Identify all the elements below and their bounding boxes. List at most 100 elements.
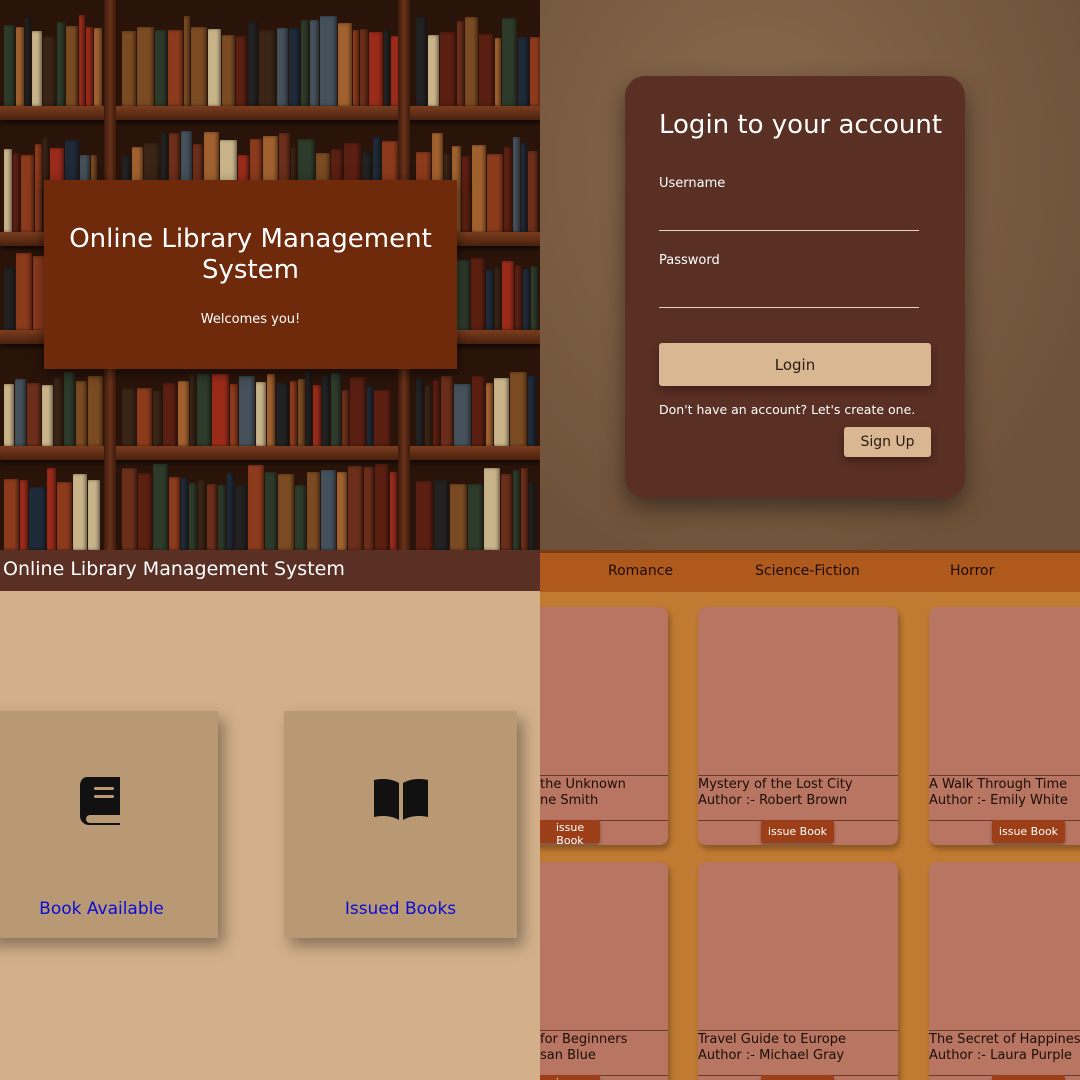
shelf-book-spine	[322, 375, 330, 446]
shelf-book-spine	[465, 17, 478, 106]
book-info: Mystery of the Lost City Author :- Rober…	[698, 775, 898, 821]
issue-book-button[interactable]: issue Book	[992, 1075, 1065, 1080]
category-horror[interactable]: Horror	[950, 563, 994, 579]
category-romance[interactable]: Romance	[608, 563, 673, 579]
book-author: Author :- Robert Brown	[698, 793, 848, 808]
shelf-book-spine	[189, 482, 197, 550]
shelf-book-spine	[21, 154, 34, 232]
shelf-book-spine	[321, 470, 336, 550]
shelf-book-spine	[331, 372, 341, 446]
username-field[interactable]	[659, 206, 919, 231]
shelf-book-spine	[350, 376, 366, 446]
shelf-book-spine	[515, 265, 522, 330]
shelf-book-spine	[529, 481, 535, 550]
dashboard-panel: Online Library Management System Book Av…	[0, 550, 540, 1080]
issued-books-link[interactable]: Issued Books	[284, 899, 517, 919]
book-author: Author :- Michael Gray	[698, 1048, 845, 1063]
shelf-book-spine	[416, 480, 433, 550]
shelf-book-spine	[348, 465, 363, 550]
book-info: for Beginners san Blue	[540, 1030, 668, 1076]
issue-book-button[interactable]: issue Book	[992, 820, 1065, 843]
shelf-book-spine	[4, 267, 15, 330]
shelf-book-spine	[76, 381, 87, 446]
issue-book-button[interactable]: issue Book	[761, 1075, 834, 1080]
shelf-book-spine	[248, 21, 258, 106]
shelf-book-spine	[433, 379, 440, 446]
login-heading: Login to your account	[659, 110, 943, 140]
shelf-book-spine	[374, 389, 391, 446]
dashboard-header: Online Library Management System	[0, 550, 540, 591]
shelf-book-spine	[462, 156, 471, 232]
password-field[interactable]	[659, 283, 919, 308]
shelf-book-spine	[66, 26, 78, 106]
shelf-book-spine	[495, 37, 501, 106]
shelf-book-spine	[468, 483, 483, 550]
shelf-book-spine	[289, 27, 300, 106]
shelf-book-spine	[531, 265, 538, 330]
shelf-book-spine	[122, 31, 136, 106]
shelf-book-spine	[236, 36, 247, 106]
shelf-book-spine	[47, 467, 56, 550]
shelf-book-spine	[290, 380, 297, 446]
shelf-book-spine	[313, 384, 321, 446]
shelf-book-spine	[155, 30, 167, 106]
category-science-fiction[interactable]: Science-Fiction	[755, 563, 860, 579]
shelf-book-spine	[353, 30, 359, 106]
shelf-book-spine	[471, 257, 485, 330]
shelf-book-spine	[88, 479, 100, 550]
shelf-book-spine	[79, 15, 85, 106]
shelf-book-spine	[181, 478, 188, 550]
shelf-book-spine	[73, 473, 87, 550]
issue-book-button[interactable]: issue Book	[761, 820, 834, 843]
shelf-book-spine	[163, 383, 177, 446]
shelf-board	[0, 106, 540, 120]
book-available-card[interactable]: Book Available	[0, 711, 218, 938]
shelf-book-spine	[472, 375, 485, 446]
login-button[interactable]: Login	[659, 343, 931, 386]
shelf-book-spine	[32, 31, 42, 106]
shelf-book-spine	[298, 379, 305, 446]
shelf-book-spine	[20, 479, 28, 550]
catalog-panel: Romance Science-Fiction Horror the Unkno…	[540, 550, 1080, 1080]
shelf-book-spine	[521, 142, 527, 232]
book-available-link[interactable]: Book Available	[0, 899, 218, 919]
shelf-book-spine	[227, 473, 234, 550]
shelf-book-spine	[138, 473, 152, 550]
shelf-book-spine	[320, 15, 337, 106]
book-author: Author :- Laura Purple	[929, 1048, 1073, 1063]
signup-button[interactable]: Sign Up	[844, 427, 931, 457]
shelf-book-spine	[4, 383, 14, 446]
shelf-book-spine	[88, 375, 103, 446]
shelf-book-spine	[530, 36, 540, 106]
landing-panel: Online Library Management System Welcome…	[0, 0, 540, 550]
category-bar: Romance Science-Fiction Horror	[540, 550, 1080, 592]
shelf-book-spine	[153, 463, 168, 550]
shelf-book-spine	[198, 480, 206, 550]
shelf-book-spine	[337, 471, 347, 550]
shelf-book-spine	[178, 380, 189, 446]
shelf-book-spine	[94, 28, 102, 106]
shelf-book-spine	[35, 144, 42, 232]
shelf-book-spine	[367, 386, 373, 446]
shelf-book-spine	[425, 384, 432, 446]
issue-book-button[interactable]: issue Book	[540, 1075, 600, 1080]
shelf-book-spine	[338, 22, 352, 106]
shelf-book-spine	[276, 382, 289, 446]
shelf-book-spine	[494, 378, 509, 446]
shelf-book-spine	[27, 382, 41, 446]
issued-books-card[interactable]: Issued Books	[284, 711, 517, 938]
issue-book-button[interactable]: issue Book	[540, 820, 600, 845]
shelf-book-spine	[86, 27, 93, 106]
shelf-book-spine	[16, 27, 24, 106]
shelf-book-spine	[29, 486, 46, 550]
shelf-book-spine	[440, 31, 456, 106]
book-author: Author :- Emily White	[929, 793, 1068, 808]
shelf-book-spine	[57, 21, 65, 106]
shelf-book-spine	[487, 154, 503, 232]
book-card: the Unknown ne Smith issue Book	[540, 607, 668, 845]
shelf-book-spine	[513, 137, 520, 232]
shelf-book-spine	[360, 28, 368, 106]
shelf-book-spine	[4, 478, 19, 550]
shelf-book-spine	[504, 146, 512, 232]
shelf-book-spine	[484, 468, 500, 550]
